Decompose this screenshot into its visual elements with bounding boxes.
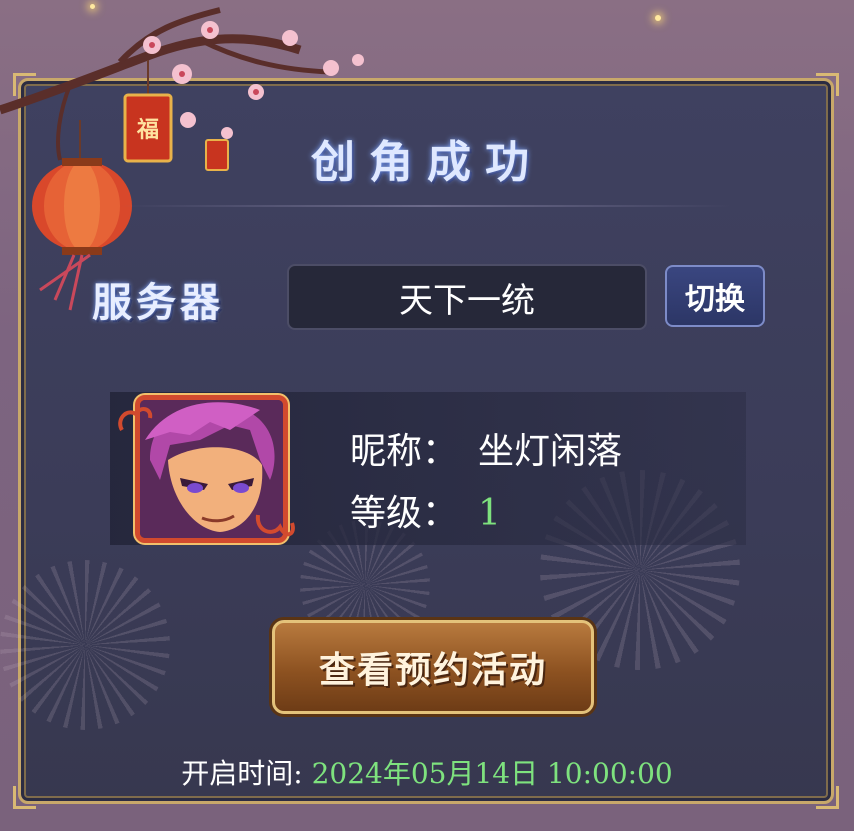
open-time-line: 开启时间: 2024年05月14日 10:00:00: [0, 752, 854, 792]
title-divider: [120, 205, 734, 207]
panel-corner: [816, 73, 839, 96]
avatar-cloud-ornament-icon: [118, 407, 153, 432]
open-time-value: 2024年05月14日 10:00:00: [311, 757, 673, 790]
level-value: 1: [478, 493, 501, 534]
switch-server-label: 切换: [685, 282, 745, 317]
nickname-label: 昵称：: [350, 431, 459, 472]
avatar-cloud-ornament-icon: [255, 514, 295, 537]
dialog-title: 创角成功: [311, 137, 543, 188]
nickname-row: 昵称： 坐灯闲落: [350, 422, 622, 474]
open-time-label: 开启时间:: [181, 757, 303, 790]
level-row: 等级： 1: [350, 484, 501, 536]
server-name-field: 天下一统: [287, 264, 647, 330]
view-reservation-events-label: 查看预约活动: [318, 649, 547, 691]
server-label: 服务器: [92, 279, 224, 326]
firework-decoration: [0, 560, 170, 730]
switch-server-button[interactable]: 切换: [665, 265, 765, 327]
nickname-value: 坐灯闲落: [478, 431, 623, 472]
view-reservation-events-button[interactable]: 查看预约活动: [272, 620, 594, 714]
level-label: 等级：: [350, 493, 459, 534]
server-name-value: 天下一统: [399, 280, 535, 321]
sparkle: [655, 15, 661, 21]
